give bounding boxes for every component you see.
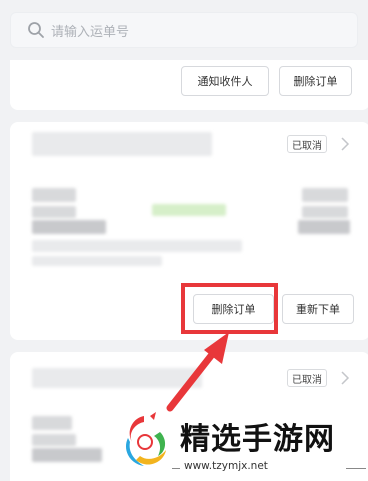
blurred-sender-city (32, 416, 72, 430)
blurred-sender-name (32, 434, 76, 446)
blurred-receiver-city (302, 188, 348, 202)
blurred-receiver-name (302, 206, 348, 218)
watermark-title: 精选手游网 (180, 422, 335, 457)
chevron-right-icon[interactable] (340, 371, 350, 385)
watermark-divider (346, 468, 366, 469)
watermark-logo (125, 412, 166, 466)
blurred-address-line (32, 256, 162, 266)
watermark-divider (172, 468, 180, 469)
watermark-url: www.tzymjx.net (184, 460, 268, 472)
chevron-right-icon[interactable] (340, 137, 350, 151)
blurred-sender-name (32, 206, 76, 218)
blurred-order-number (32, 132, 212, 156)
status-badge: 已取消 (287, 369, 327, 387)
blurred-order-number (32, 368, 202, 388)
blurred-address-line (32, 240, 242, 252)
blurred-receiver-detail (298, 220, 350, 234)
blurred-sender-city (32, 188, 76, 202)
search-bar[interactable]: 请输入运单号 (10, 12, 358, 48)
reorder-button[interactable]: 重新下单 (282, 294, 354, 324)
highlight-box (181, 283, 278, 334)
notify-recipient-button[interactable]: 通知收件人 (181, 66, 269, 96)
delete-order-button[interactable]: 删除订单 (279, 66, 352, 96)
search-icon (28, 22, 44, 38)
status-badge: 已取消 (287, 135, 327, 153)
blurred-sender-detail (32, 220, 106, 234)
search-placeholder: 请输入运单号 (51, 24, 130, 40)
watermark: 精选手游网 www.tzymjx.net (118, 410, 368, 481)
blurred-progress-tag (152, 204, 226, 216)
blurred-sender-detail (32, 448, 102, 462)
order-card-top: 通知收件人 删除订单 (10, 60, 368, 110)
